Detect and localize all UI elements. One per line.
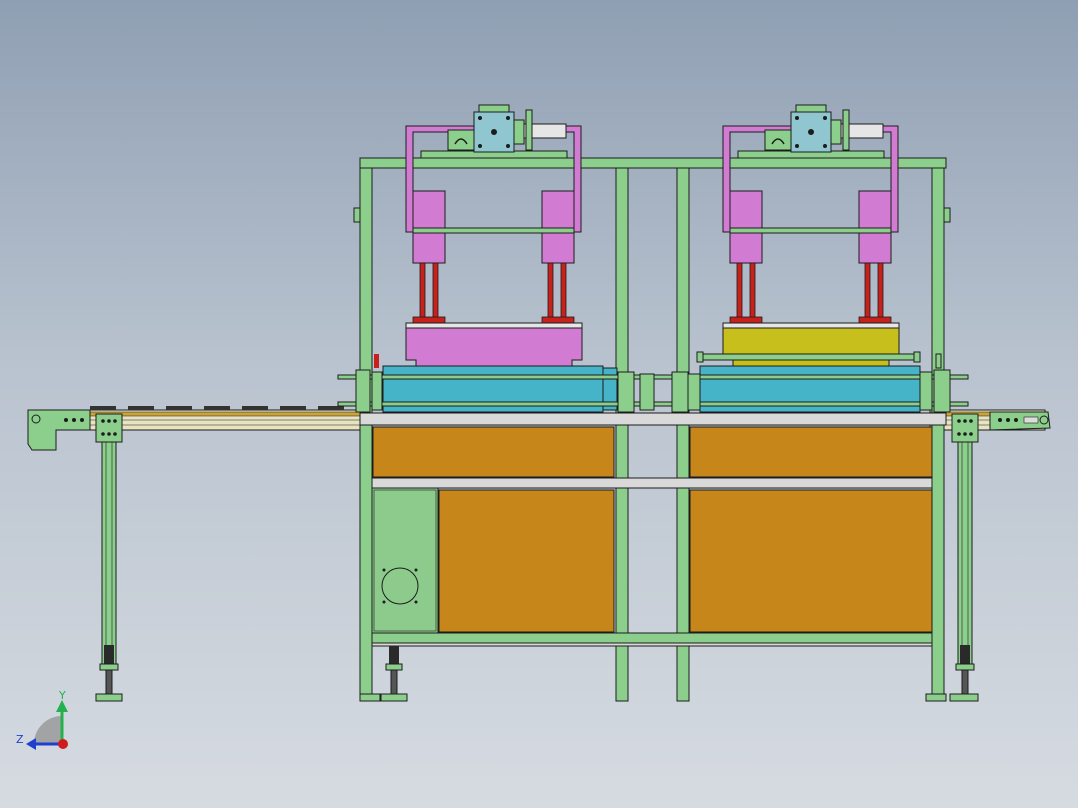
levelling-feet xyxy=(359,646,947,702)
cabinet-upper-left xyxy=(372,426,615,478)
z-axis-arrow xyxy=(26,738,36,750)
lift-cylinder-right-b xyxy=(858,190,892,264)
cabinet-lower-left xyxy=(438,489,615,633)
x-axis-dot xyxy=(58,739,68,749)
electrical-box-fan xyxy=(381,567,419,605)
top-beam xyxy=(359,157,947,169)
bottom-beam xyxy=(371,632,933,644)
right-conveyor xyxy=(929,409,1051,702)
triad-arc xyxy=(34,716,62,744)
lift-cylinder-right-a xyxy=(729,190,763,264)
press-station-left xyxy=(382,104,618,413)
left-conveyor-leg xyxy=(101,441,117,665)
right-conveyor-leg-plate xyxy=(951,413,979,443)
lift-cylinder-left-a xyxy=(412,190,446,264)
frame-post-center-left xyxy=(615,167,629,702)
work-table xyxy=(359,412,947,426)
lift-cylinder-left-b xyxy=(541,190,575,264)
frame-post-center-right xyxy=(676,167,690,702)
mid-beam xyxy=(371,477,933,489)
y-axis-label: Y xyxy=(58,689,66,702)
press-station-right xyxy=(696,104,921,413)
orientation-triad: Y Z xyxy=(16,689,68,750)
right-conveyor-foot xyxy=(949,693,979,702)
left-conveyor-leg-plate xyxy=(95,413,123,443)
left-conveyor xyxy=(27,406,361,702)
frame-post-right xyxy=(931,167,945,702)
electrical-box xyxy=(371,487,439,634)
left-conveyor-end-bracket xyxy=(27,409,91,451)
left-conveyor-foot xyxy=(95,693,123,702)
cad-viewport[interactable]: Y Z xyxy=(0,0,1078,808)
press-pad-left xyxy=(405,327,583,367)
machine-drawing: Y Z xyxy=(16,104,1051,750)
right-conveyor-leg xyxy=(957,441,973,665)
z-axis-label: Z xyxy=(16,733,24,746)
cabinets xyxy=(372,426,933,633)
frame-post-left xyxy=(359,167,373,702)
cabinet-lower-right xyxy=(689,489,933,633)
cabinet-upper-right xyxy=(689,426,933,478)
left-conveyor-slats xyxy=(90,406,344,410)
